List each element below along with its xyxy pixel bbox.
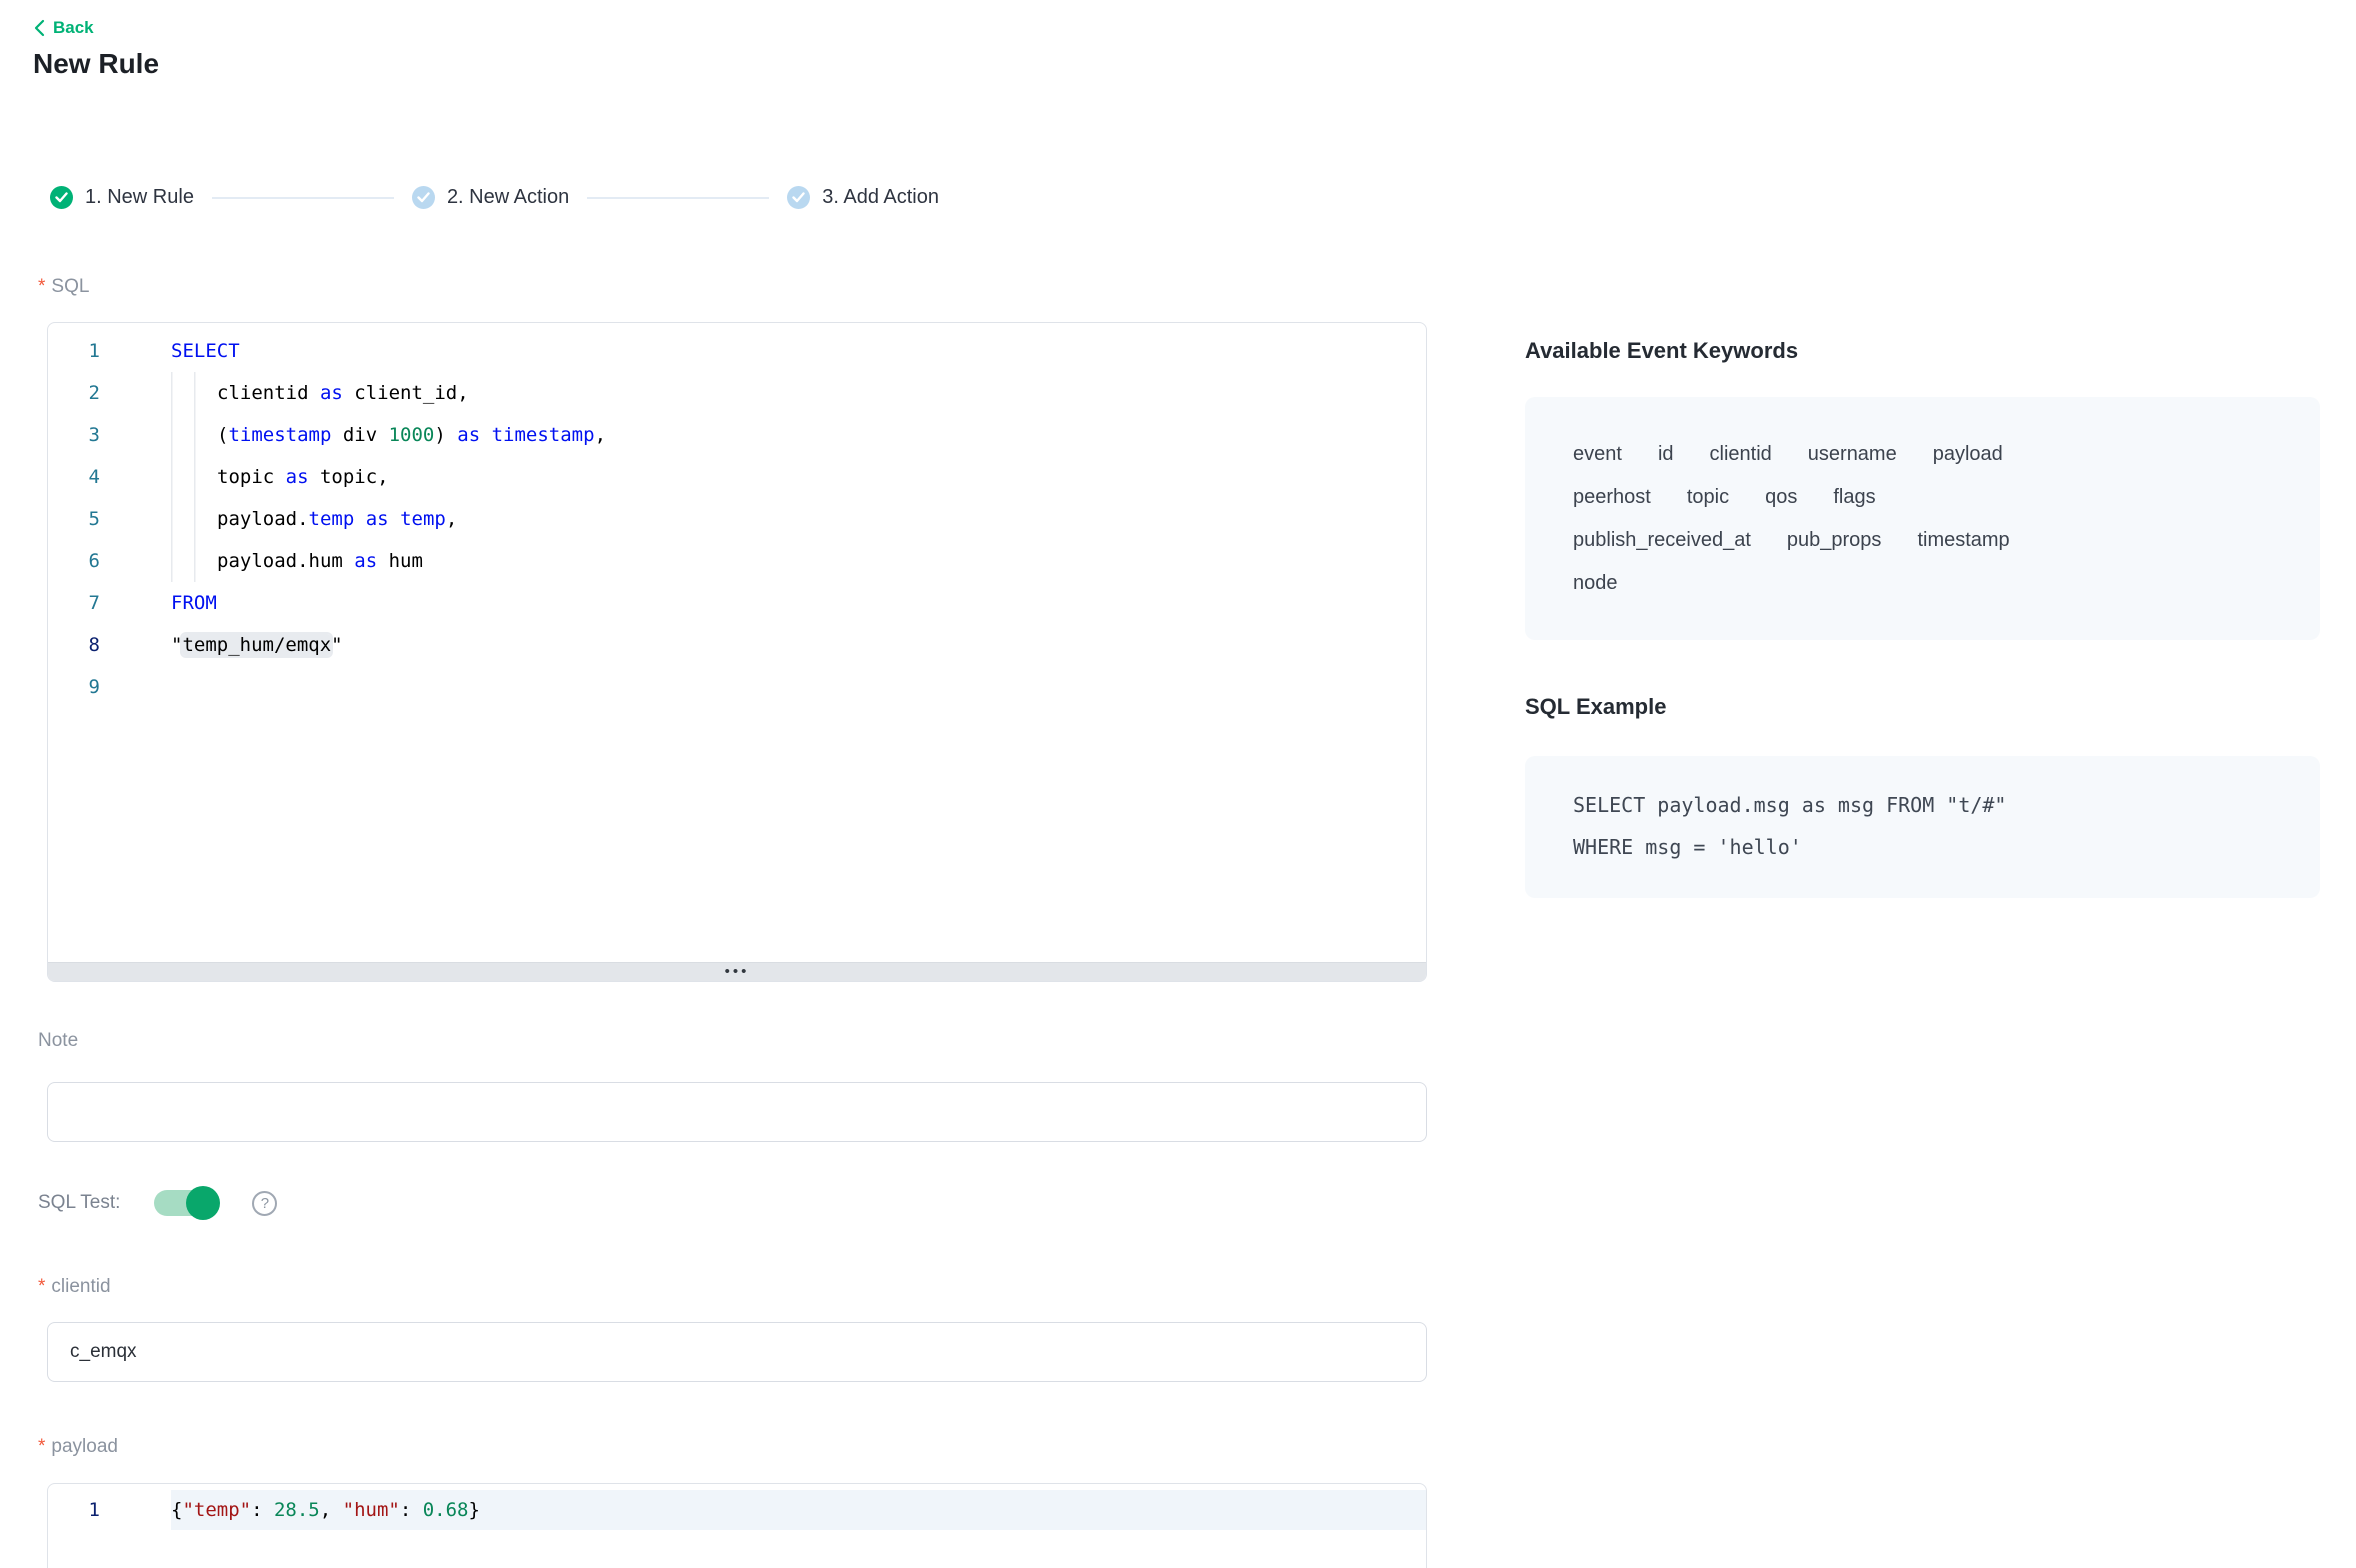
line-number: 2 — [48, 372, 171, 414]
sql-test-row: SQL Test: ? — [38, 1190, 277, 1216]
sql-test-toggle[interactable] — [154, 1190, 218, 1216]
step-label: 3. Add Action — [822, 186, 939, 209]
line-number: 8 — [48, 624, 171, 666]
step-connector — [212, 197, 394, 199]
payload-editor[interactable]: 1{"temp": 28.5, "hum": 0.68} — [47, 1483, 1427, 1568]
required-asterisk: * — [38, 276, 45, 297]
step-3-add-action[interactable]: 3. Add Action — [787, 186, 939, 209]
keyword-row: node — [1573, 562, 2280, 605]
event-keyword: topic — [1687, 476, 1729, 519]
event-keyword: username — [1808, 433, 1897, 476]
step-label: 1. New Rule — [85, 186, 194, 209]
step-1-new-rule[interactable]: 1. New Rule — [50, 186, 194, 209]
required-asterisk: * — [38, 1436, 45, 1457]
code-line: 4topic as topic, — [48, 456, 1426, 498]
line-number: 9 — [48, 666, 171, 708]
code-line: 1SELECT — [48, 330, 1426, 372]
available-event-keywords-title: Available Event Keywords — [1525, 338, 1798, 364]
event-keyword: flags — [1833, 476, 1875, 519]
code-line: 9 — [48, 666, 1426, 708]
note-field-label: Note — [38, 1030, 78, 1052]
sql-test-label: SQL Test: — [38, 1192, 120, 1214]
help-icon[interactable]: ? — [252, 1191, 277, 1216]
event-keywords-box: eventid clientid username payload peerhost to… — [1525, 397, 2320, 640]
code-line: 6payload.hum as hum — [48, 540, 1426, 582]
check-icon — [787, 186, 810, 209]
indent-guide — [171, 498, 217, 540]
event-keyword: payload — [1933, 433, 2003, 476]
step-indicator: 1. New Rule 2. New Action 3. Add Action — [50, 186, 939, 209]
event-keyword: event — [1573, 433, 1622, 476]
toggle-knob — [186, 1186, 220, 1220]
check-icon — [412, 186, 435, 209]
chevron-left-icon — [33, 19, 46, 37]
line-number: 3 — [48, 414, 171, 456]
sql-editor-code: 1SELECT2clientid as client_id,3(timestam… — [48, 323, 1426, 962]
code-line: 1{"temp": 28.5, "hum": 0.68} — [48, 1490, 1426, 1530]
keyword-row: peerhost topic qos flags — [1573, 476, 2280, 519]
clientid-input[interactable] — [47, 1322, 1427, 1382]
payload-editor-code: 1{"temp": 28.5, "hum": 0.68} — [48, 1484, 1426, 1530]
line-number: 7 — [48, 582, 171, 624]
required-asterisk: * — [38, 1276, 45, 1297]
indent-guide — [171, 414, 217, 456]
sql-example-line: SELECT payload.msg as msg FROM "t/#" — [1573, 784, 2280, 826]
event-keyword: peerhost — [1573, 476, 1651, 519]
line-number: 5 — [48, 498, 171, 540]
editor-resize-handle[interactable]: ••• — [48, 962, 1426, 982]
step-connector — [587, 197, 769, 199]
indent-guide — [171, 372, 217, 414]
event-keyword: qos — [1765, 476, 1797, 519]
sql-editor[interactable]: 1SELECT2clientid as client_id,3(timestam… — [47, 322, 1427, 982]
sql-example-box: SELECT payload.msg as msg FROM "t/#"WHER… — [1525, 756, 2320, 898]
step-label: 2. New Action — [447, 186, 569, 209]
sql-example-title: SQL Example — [1525, 694, 1666, 720]
event-keyword: publish_received_at — [1573, 519, 1751, 562]
line-number: 1 — [48, 1490, 171, 1530]
clientid-field-label: *clientid — [38, 1276, 111, 1298]
back-link[interactable]: Back — [33, 18, 94, 38]
back-label: Back — [53, 18, 94, 38]
line-number: 6 — [48, 540, 171, 582]
page-title: New Rule — [33, 48, 159, 80]
event-keyword: pub_props — [1787, 519, 1882, 562]
note-input[interactable] — [47, 1082, 1427, 1142]
code-line: 3(timestamp div 1000) as timestamp, — [48, 414, 1426, 456]
event-keyword: id — [1658, 433, 1674, 476]
indent-guide — [171, 456, 217, 498]
new-rule-page: Back New Rule 1. New Rule 2. New Action … — [0, 0, 2356, 1568]
code-line: 8"temp_hum/emqx" — [48, 624, 1426, 666]
event-keyword: node — [1573, 562, 1618, 605]
sql-example-line: WHERE msg = 'hello' — [1573, 826, 2280, 868]
payload-field-label: *payload — [38, 1436, 118, 1458]
code-line: 2clientid as client_id, — [48, 372, 1426, 414]
keyword-row: eventid clientid username payload — [1573, 433, 2280, 476]
step-2-new-action[interactable]: 2. New Action — [412, 186, 569, 209]
event-keyword: timestamp — [1917, 519, 2009, 562]
keyword-row: publish_received_at pub_props timestamp — [1573, 519, 2280, 562]
event-keyword: clientid — [1710, 433, 1772, 476]
drag-handle-icon: ••• — [725, 965, 750, 979]
sql-field-label: *SQL — [38, 276, 89, 298]
code-line: 7FROM — [48, 582, 1426, 624]
check-icon — [50, 186, 73, 209]
code-line: 5payload.temp as temp, — [48, 498, 1426, 540]
indent-guide — [171, 540, 217, 582]
line-number: 1 — [48, 330, 171, 372]
line-number: 4 — [48, 456, 171, 498]
